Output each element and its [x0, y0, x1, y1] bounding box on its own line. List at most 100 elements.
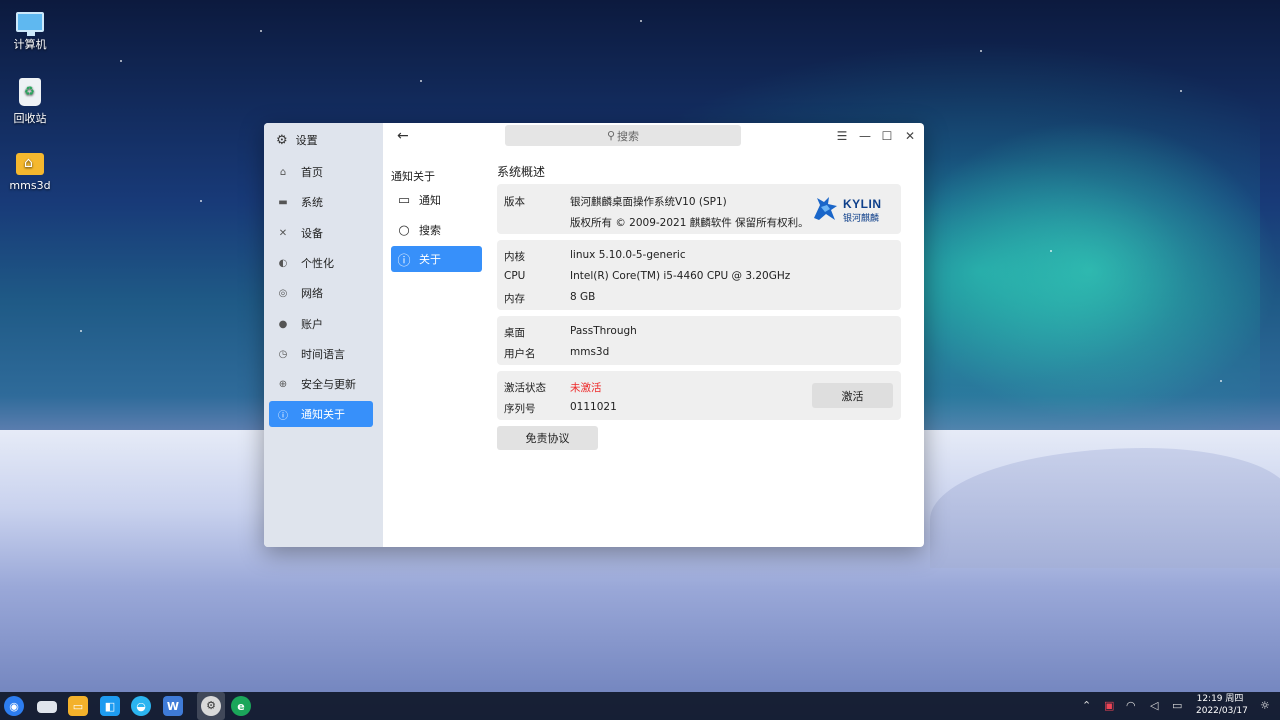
star: [640, 20, 642, 22]
subnav-item-label: 关于: [419, 253, 441, 266]
sidebar-item-label: 系统: [301, 196, 323, 209]
sidebar-item-label: 时间语言: [301, 348, 345, 361]
kernel-value: linux 5.10.0-5-generic: [570, 249, 686, 261]
memory-label: 内存: [504, 293, 525, 305]
subnav-item-notifications[interactable]: ▭ 通知: [391, 187, 482, 213]
clock[interactable]: 12:19 周四 2022/03/17: [1196, 693, 1248, 717]
settings-taskbar-icon[interactable]: ⚙: [197, 692, 225, 720]
sidebar-item-label: 安全与更新: [301, 378, 356, 391]
star: [200, 200, 202, 202]
globe-icon: ◎: [278, 287, 288, 299]
desktop-icon-label: mms3d: [9, 179, 51, 192]
subnav-item-search[interactable]: ○ 搜索: [391, 217, 482, 243]
star: [120, 60, 122, 62]
notification-tray-icon[interactable]: ▣: [1104, 699, 1114, 712]
desktop-icon-home-folder[interactable]: mms3d: [4, 150, 56, 192]
username-value: mms3d: [570, 346, 610, 358]
clock-icon: ◷: [278, 348, 288, 360]
volume-icon[interactable]: ◁: [1150, 699, 1158, 712]
subnav-item-label: 搜索: [419, 224, 441, 237]
software-store-icon[interactable]: ◧: [100, 696, 120, 716]
disclaimer-button[interactable]: 免责协议: [497, 426, 598, 450]
sidebar-item-label: 个性化: [301, 257, 334, 270]
kylin-logo: KYLIN 银河麒麟: [811, 193, 891, 225]
sidebar-item-network[interactable]: ◎ 网络: [269, 280, 373, 306]
subnav-item-about[interactable]: ⓘ 关于: [391, 246, 482, 272]
username-label: 用户名: [504, 348, 536, 360]
window-title-bar: ⚙ 设置: [276, 130, 318, 150]
serial-label: 序列号: [504, 403, 536, 415]
edge-browser-icon[interactable]: e: [231, 696, 251, 716]
activation-card: 激活状态 未激活 序列号 0111021 激活: [497, 371, 901, 420]
activation-status-value: 未激活: [570, 382, 602, 394]
version-label: 版本: [504, 196, 525, 208]
desktop-info-card: 桌面 PassThrough 用户名 mms3d: [497, 316, 901, 365]
about-content: 系统概述 版本 银河麒麟桌面操作系统V10 (SP1) 版权所有 © 2009-…: [497, 123, 924, 547]
sidebar-item-security-update[interactable]: ⊕ 安全与更新: [269, 371, 373, 397]
star: [980, 50, 982, 52]
version-card: 版本 银河麒麟桌面操作系统V10 (SP1) 版权所有 © 2009-2021 …: [497, 184, 901, 234]
sidebar-item-time-language[interactable]: ◷ 时间语言: [269, 341, 373, 367]
sidebar-item-notifications-about[interactable]: ⓘ 通知关于: [269, 401, 373, 427]
search-icon: ○: [398, 222, 410, 238]
computer-icon: [16, 12, 44, 36]
back-arrow-icon[interactable]: ←: [397, 128, 409, 144]
sidebar-item-account[interactable]: ● 账户: [269, 311, 373, 337]
activate-button[interactable]: 激活: [812, 383, 893, 408]
gear-icon: ⚙: [276, 132, 288, 148]
settings-window: ⚙ 设置 ⌂ 首页 ▬ 系统 ✕ 设备 ◐ 个性化 ◎ 网络 ● 账户 ◷ 时间: [264, 123, 924, 547]
sidebar-item-label: 网络: [301, 287, 323, 300]
hardware-card: 内核 linux 5.10.0-5-generic CPU Intel(R) C…: [497, 240, 901, 310]
sidebar-item-label: 通知关于: [301, 408, 345, 421]
star: [420, 80, 422, 82]
monitor-icon: ▬: [278, 196, 288, 208]
subnav-title: 通知关于: [391, 170, 435, 183]
desktop-label: 桌面: [504, 327, 525, 339]
gear-icon: ⚙: [201, 696, 221, 716]
shield-icon: ⊕: [278, 378, 288, 390]
star: [260, 30, 262, 32]
desktop-icon-computer[interactable]: 计算机: [4, 8, 56, 52]
kylin-mascot-icon: [814, 197, 837, 220]
sidebar-item-devices[interactable]: ✕ 设备: [269, 220, 373, 246]
home-folder-icon: [16, 153, 44, 175]
section-title: 系统概述: [497, 165, 546, 179]
star: [1180, 90, 1182, 92]
file-manager-icon[interactable]: ▭: [68, 696, 88, 716]
serial-value: 0111021: [570, 401, 617, 413]
sidebar-item-label: 首页: [301, 166, 323, 179]
multitask-view-icon[interactable]: [37, 701, 57, 713]
browser-icon[interactable]: ◒: [131, 696, 151, 716]
star: [1050, 250, 1052, 252]
version-value: 银河麒麟桌面操作系统V10 (SP1): [570, 196, 727, 208]
sidebar-item-personalization[interactable]: ◐ 个性化: [269, 250, 373, 276]
message-icon: ▭: [397, 192, 411, 208]
wps-writer-icon[interactable]: W: [163, 696, 183, 716]
brightness-icon[interactable]: ☼: [1260, 699, 1270, 712]
info-icon: ⓘ: [278, 410, 288, 422]
clock-date: 2022/03/17: [1196, 706, 1248, 716]
copyright-text: 版权所有 © 2009-2021 麒麟软件 保留所有权利。: [570, 217, 809, 229]
wifi-icon[interactable]: ◠: [1126, 699, 1136, 712]
star: [1220, 380, 1222, 382]
info-icon: ⓘ: [397, 253, 411, 269]
chevron-up-icon[interactable]: ⌃: [1082, 699, 1091, 712]
sidebar-item-home[interactable]: ⌂ 首页: [269, 159, 373, 185]
settings-subnav: ← 通知关于 ▭ 通知 ○ 搜索 ⓘ 关于: [383, 123, 497, 547]
desktop-value: PassThrough: [570, 325, 637, 337]
sidebar-item-system[interactable]: ▬ 系统: [269, 189, 373, 215]
cpu-value: Intel(R) Core(TM) i5-4460 CPU @ 3.20GHz: [570, 270, 791, 282]
subnav-item-label: 通知: [419, 194, 441, 207]
sidebar-item-label: 设备: [301, 227, 323, 240]
devices-icon: ✕: [278, 227, 288, 239]
cpu-label: CPU: [504, 270, 526, 282]
wallpaper-aurora-glow: [900, 120, 1280, 420]
memory-value: 8 GB: [570, 291, 596, 303]
palette-icon: ◐: [278, 257, 288, 269]
start-menu-icon[interactable]: ◉: [4, 696, 24, 716]
desktop-icon-recycle-bin[interactable]: 回收站: [4, 78, 56, 126]
input-method-icon[interactable]: ▭: [1172, 699, 1182, 712]
kernel-label: 内核: [504, 251, 525, 263]
kylin-logo-text: KYLIN: [843, 197, 882, 211]
recycle-bin-icon: [19, 78, 41, 106]
